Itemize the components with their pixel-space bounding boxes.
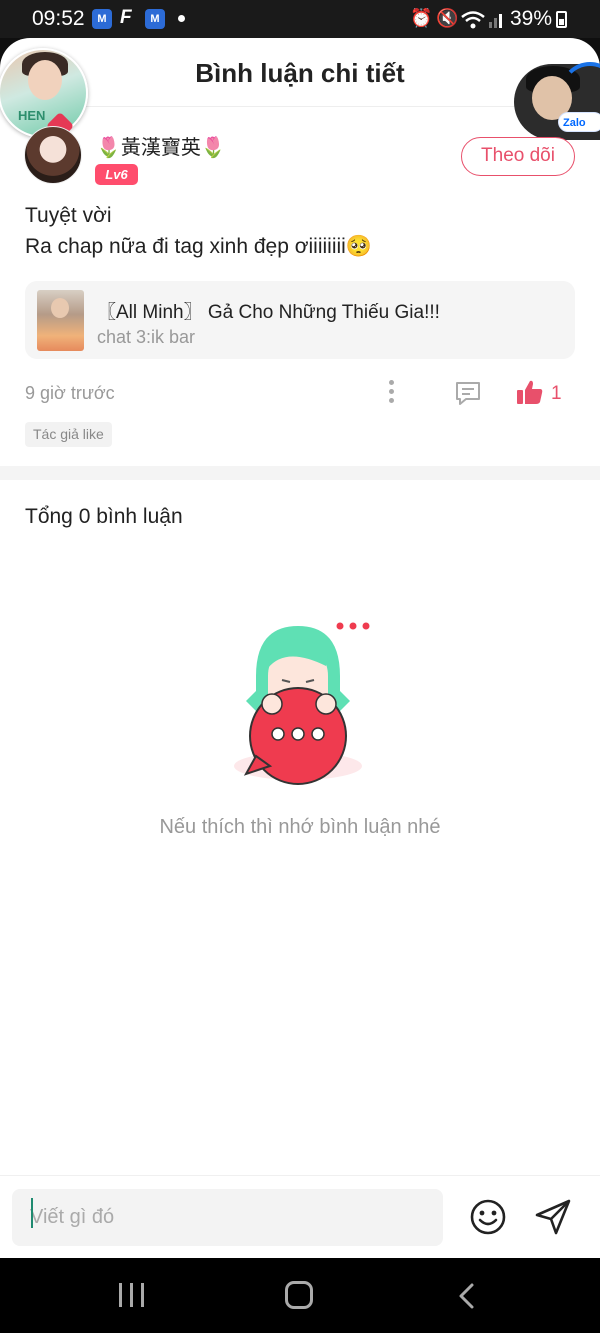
empty-state-message: Nếu thích thì nhớ bình luận nhé [159, 816, 441, 838]
messenger-icon: M [92, 9, 112, 29]
story-title: 〖All Minh〗 Gả Cho Những Thiếu Gia!!! [97, 302, 440, 323]
page-title: Bình luận chi tiết [195, 58, 405, 88]
comment-detail-sheet: Bình luận chi tiết HEN Zalo 🌷黃漢寶英🌷 Lv6 T… [0, 38, 600, 1258]
chat-head-left[interactable]: HEN [0, 48, 88, 138]
system-nav-bar [0, 1258, 600, 1333]
story-card[interactable]: 〖All Minh〗 Gả Cho Những Thiếu Gia!!! cha… [25, 281, 575, 359]
wifi-icon [461, 11, 485, 29]
status-bar: 09:52 M F M ⏰ 🔇 39% [0, 0, 600, 38]
comment-text-line-2: Ra chap nữa đi tag xinh đẹp ơiiiiiiii🥺 [25, 235, 372, 258]
story-chapter: chat 3:ik bar [97, 327, 196, 347]
emoji-icon[interactable] [469, 1198, 507, 1236]
like-count: 1 [551, 383, 562, 404]
section-divider [0, 466, 600, 480]
home-icon[interactable] [285, 1281, 313, 1309]
level-badge: Lv6 [95, 164, 138, 185]
avatar[interactable] [24, 126, 82, 184]
recent-apps-icon[interactable] [119, 1283, 145, 1307]
comment-input[interactable] [12, 1189, 443, 1246]
alarm-icon: ⏰ [410, 8, 433, 28]
more-options-icon[interactable] [386, 380, 396, 406]
comment-text-line-1: Tuyệt vời [25, 204, 112, 227]
status-time: 09:52 [32, 7, 85, 30]
app-f-icon: F [120, 7, 132, 28]
header-divider [0, 106, 600, 107]
username[interactable]: 🌷黃漢寶英🌷 [96, 131, 226, 160]
comment-input-bar [0, 1175, 600, 1258]
notification-dot-icon [178, 15, 185, 22]
thumbs-up-icon[interactable] [516, 378, 544, 406]
comment-timestamp: 9 giờ trước [25, 383, 115, 403]
replies-total: Tổng 0 bình luận [25, 505, 183, 528]
empty-mascot-illustration [234, 622, 370, 785]
send-icon[interactable] [534, 1198, 572, 1236]
follow-button[interactable]: Theo dõi [461, 137, 575, 176]
text-caret [31, 1198, 33, 1228]
reply-icon[interactable] [454, 380, 482, 406]
author-like-tag: Tác giả like [25, 422, 112, 447]
messenger-icon-2: M [145, 9, 165, 29]
mute-icon: 🔇 [436, 8, 459, 28]
zalo-badge: Zalo [558, 112, 600, 132]
battery-icon [556, 11, 567, 28]
battery-percent: 39% [510, 7, 553, 30]
signal-icon [489, 14, 502, 28]
back-icon[interactable] [456, 1282, 478, 1310]
story-thumbnail [37, 290, 84, 351]
